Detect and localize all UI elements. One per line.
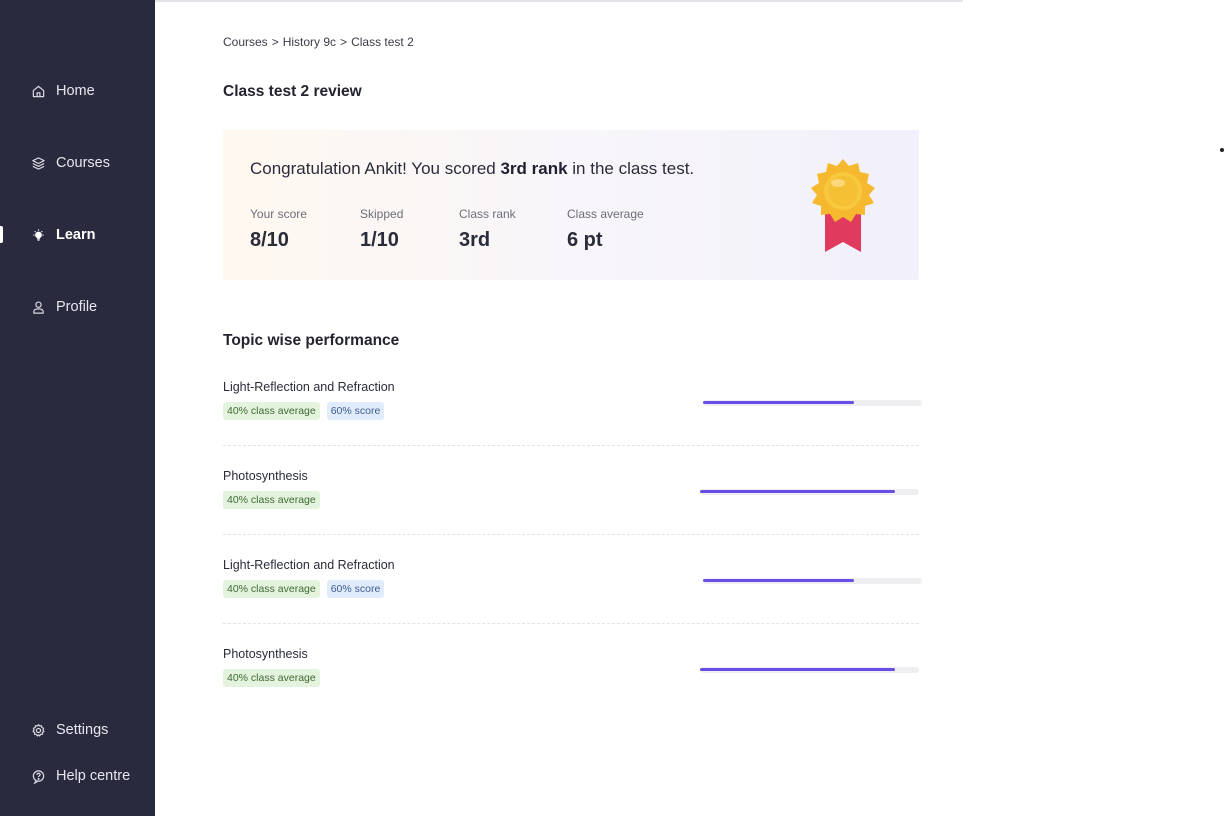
progress-bar: [703, 578, 922, 584]
stat-value: 6 pt: [567, 229, 603, 251]
stray-dot: [1220, 148, 1224, 152]
sidebar-item-label: Settings: [56, 722, 109, 738]
stat-class-rank: Class rank 3rd: [459, 207, 516, 252]
breadcrumb: Courses > History 9c > Class test 2: [223, 35, 414, 49]
stat-value: 3rd: [459, 229, 491, 251]
progress-bar: [703, 400, 922, 406]
topic-tags: 40% class average: [223, 669, 320, 687]
progress-bar-fill: [700, 668, 895, 671]
topic-name: Photosynthesis: [223, 647, 308, 661]
row-divider: [223, 445, 919, 446]
sidebar-item-settings[interactable]: Settings: [0, 715, 155, 745]
stat-value: 1/10: [360, 229, 399, 251]
layers-icon: [30, 155, 46, 171]
breadcrumb-item-current: Class test 2: [351, 35, 414, 49]
sidebar-item-courses[interactable]: Courses: [0, 148, 155, 178]
lightbulb-icon: [30, 227, 46, 243]
topic-name: Light-Reflection and Refraction: [223, 380, 395, 394]
topic-row: Light-Reflection and Refraction 40% clas…: [223, 558, 923, 647]
stat-label: Skipped: [360, 207, 404, 221]
medal-icon: [811, 159, 875, 252]
congrats-suffix: in the class test.: [567, 159, 695, 178]
stat-label: Class average: [567, 207, 644, 221]
congrats-prefix: Congratulation Ankit! You scored: [250, 159, 501, 178]
congrats-message: Congratulation Ankit! You scored 3rd ran…: [250, 159, 694, 179]
section-title: Topic wise performance: [223, 332, 400, 349]
class-average-tag: 40% class average: [223, 491, 320, 509]
score-tag: 60% score: [326, 580, 385, 598]
topic-row: Photosynthesis 40% class average: [223, 469, 923, 558]
class-average-tag: 40% class average: [223, 580, 320, 598]
sidebar-item-help-centre[interactable]: Help centre: [0, 761, 155, 791]
help-icon: [30, 768, 46, 784]
topic-row: Photosynthesis 40% class average: [223, 647, 923, 736]
sidebar-item-label: Courses: [56, 155, 110, 171]
breadcrumb-item-course[interactable]: History 9c: [283, 35, 336, 49]
page-title: Class test 2 review: [223, 83, 362, 100]
stat-value: 8/10: [250, 229, 289, 251]
stat-class-average: Class average 6 pt: [567, 207, 644, 252]
active-indicator: [0, 226, 3, 243]
progress-bar: [700, 489, 919, 495]
sidebar-item-learn[interactable]: Learn: [0, 220, 155, 250]
breadcrumb-separator: >: [340, 35, 348, 49]
progress-bar-fill: [703, 401, 855, 404]
topic-tags: 40% class average 60% score: [223, 402, 385, 420]
stat-skipped: Skipped 1/10: [360, 207, 403, 252]
sidebar-item-home[interactable]: Home: [0, 76, 155, 106]
breadcrumb-separator: >: [271, 35, 279, 49]
topic-row: Light-Reflection and Refraction 40% clas…: [223, 380, 923, 469]
top-divider: [155, 0, 963, 2]
progress-bar-fill: [700, 490, 895, 493]
result-card: Congratulation Ankit! You scored 3rd ran…: [223, 130, 919, 280]
topic-name: Photosynthesis: [223, 469, 308, 483]
progress-bar-fill: [703, 579, 855, 582]
user-icon: [30, 299, 46, 315]
sidebar: Home Courses Learn Profile Settings Help…: [0, 0, 155, 816]
class-average-tag: 40% class average: [223, 402, 320, 420]
home-icon: [30, 83, 46, 99]
sidebar-item-label: Learn: [56, 227, 96, 243]
topic-tags: 40% class average: [223, 491, 320, 509]
score-tag: 60% score: [326, 402, 385, 420]
congrats-rank: 3rd rank: [500, 159, 568, 178]
sidebar-item-label: Profile: [56, 299, 98, 315]
stat-label: Your score: [250, 207, 307, 221]
topic-name: Light-Reflection and Refraction: [223, 558, 395, 572]
sidebar-item-profile[interactable]: Profile: [0, 292, 155, 322]
stat-your-score: Your score 8/10: [250, 207, 307, 252]
row-divider: [223, 534, 919, 535]
breadcrumb-item-courses[interactable]: Courses: [223, 35, 268, 49]
row-divider: [223, 623, 919, 624]
progress-bar: [700, 667, 919, 673]
stat-label: Class rank: [459, 207, 516, 221]
sidebar-item-label: Home: [56, 83, 95, 99]
sidebar-item-label: Help centre: [56, 768, 131, 784]
topic-tags: 40% class average 60% score: [223, 580, 385, 598]
gear-icon: [30, 722, 46, 738]
class-average-tag: 40% class average: [223, 669, 320, 687]
